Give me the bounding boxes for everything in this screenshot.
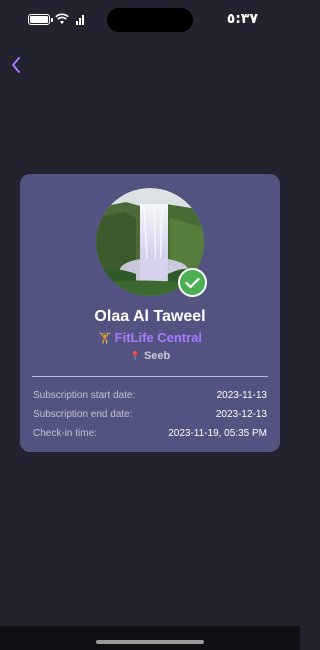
- profile-card: Olaa Al Taweel 🏋 FitLife Central 📍 Seeb Su…: [20, 174, 280, 452]
- subscription-end-value: 2023-12-13: [215, 408, 267, 420]
- subscription-start-row: Subscription start date: 2023-11-13: [33, 388, 267, 402]
- subscription-start-value: 2023-11-13: [216, 389, 267, 401]
- location-name: Seeb: [143, 350, 171, 362]
- home-indicator[interactable]: [96, 640, 204, 644]
- avatar-container: [96, 188, 207, 297]
- status-time: ٥:٣٧: [226, 11, 258, 27]
- wifi-icon: [55, 13, 69, 24]
- user-name: Olaa Al Taweel: [94, 308, 206, 325]
- subscription-start-label: Subscription start date:: [33, 389, 136, 401]
- checkmark-icon: [185, 277, 200, 288]
- dynamic-island: [107, 8, 193, 32]
- signal-icon: [76, 15, 84, 25]
- gym-name[interactable]: FitLife Central: [115, 330, 202, 345]
- battery-icon: [28, 14, 53, 25]
- chevron-left-icon: [12, 57, 20, 73]
- bottom-bar: [0, 626, 300, 650]
- divider: [32, 376, 268, 377]
- subscription-end-label: Subscription end date:: [33, 408, 133, 420]
- check-in-label: Check-in time:: [33, 427, 97, 439]
- check-in-value: 2023-11-19, 05:35 PM: [168, 427, 267, 439]
- back-button[interactable]: [6, 55, 26, 75]
- location-row: 📍 Seeb: [20, 350, 280, 362]
- gym-row: 🏋 FitLife Central: [20, 330, 280, 345]
- status-bar: ٥:٣٧: [0, 0, 300, 40]
- dumbbell-icon: 🏋: [97, 333, 112, 345]
- map-pin-icon: 📍: [129, 351, 141, 361]
- check-in-row: Check-in time: 2023-11-19, 05:35 PM: [33, 426, 267, 440]
- subscription-end-row: Subscription end date: 2023-12-13: [33, 407, 267, 421]
- verified-badge: [178, 268, 207, 297]
